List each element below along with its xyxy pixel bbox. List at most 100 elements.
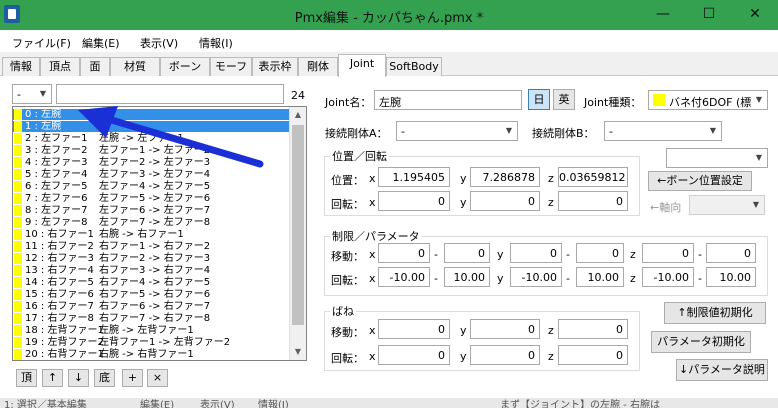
spring-move-x[interactable]: 0 — [378, 319, 450, 339]
limit-rot-y-min[interactable]: -10.00 — [510, 267, 562, 287]
joint-type-combo[interactable]: バネ付6DOF (標 ▼ — [648, 90, 768, 110]
list-item[interactable]: 15 : 右ファー6 右ファー5 -> 右ファー6 — [13, 289, 291, 300]
param-help-button[interactable]: ↓パラメータ説明 — [676, 359, 768, 381]
status-mid1: 編集(E) — [140, 400, 175, 408]
limit-rot-x-max[interactable]: 10.00 — [444, 267, 490, 287]
maximize-button[interactable]: ☐ — [686, 0, 732, 30]
list-item[interactable]: 19 : 左背ファー2 左背ファー1 -> 左背ファー2 — [13, 337, 291, 348]
axis-x-label: x — [369, 172, 376, 185]
list-item[interactable]: 10 : 右ファー1 右腕 -> 右ファー1 — [13, 229, 291, 240]
rotation-z[interactable]: 0 — [558, 191, 628, 211]
filter-input[interactable] — [56, 84, 284, 104]
joint-marker — [14, 313, 22, 324]
rotation-label: 回転： — [331, 198, 364, 211]
filter-combo[interactable]: - ▼ — [12, 84, 52, 104]
limit-rot-y-max[interactable]: 10.00 — [576, 267, 624, 287]
spring-move-z[interactable]: 0 — [558, 319, 628, 339]
joint-index-name: 18 : 左背ファー1 — [25, 325, 104, 336]
joint-index-name: 1 : 左腕 — [25, 121, 62, 132]
menu-view[interactable]: 表示(V) — [140, 35, 178, 51]
reset-limit-button[interactable]: ↑制限値初期化 — [664, 302, 766, 324]
body-b-combo[interactable]: - ▼ — [604, 121, 722, 141]
menu-file[interactable]: ファイル(F) — [12, 35, 71, 51]
list-item[interactable]: 17 : 右ファー8 右ファー7 -> 右ファー8 — [13, 313, 291, 324]
tab-bone[interactable]: ボーン — [160, 57, 210, 76]
status-left: 1: 選択／基本編集 — [4, 400, 87, 408]
close-button[interactable]: ✕ — [732, 0, 778, 30]
position-y[interactable]: 7.286878 — [470, 167, 540, 187]
axis-direction-combo[interactable]: ▼ — [689, 195, 765, 215]
lang-ja-button[interactable]: 日 — [528, 89, 550, 110]
limit-move-y-max[interactable]: 0 — [576, 243, 624, 263]
scroll-up-icon[interactable]: ▲ — [290, 107, 306, 123]
joint-index-name: 10 : 右ファー1 — [25, 229, 94, 240]
scroll-thumb[interactable] — [292, 125, 304, 325]
limit-rot-z-max[interactable]: 10.00 — [706, 267, 756, 287]
joint-marker — [14, 301, 22, 312]
tab-morph[interactable]: モーフ — [210, 57, 252, 76]
body-b-value: - — [609, 125, 613, 138]
position-z[interactable]: 0.03659812 — [558, 167, 628, 187]
chevron-down-icon: ▼ — [505, 126, 513, 135]
tab-softbody[interactable]: SoftBody — [386, 57, 442, 76]
axis-y-label: y — [497, 272, 504, 285]
limit-move-y-min[interactable]: 0 — [510, 243, 562, 263]
limit-group-title: 制限／パラメータ — [330, 228, 422, 244]
joint-connection: 右腕 -> 右背ファー1 — [99, 349, 194, 360]
list-item[interactable]: 14 : 右ファー5 右ファー4 -> 右ファー5 — [13, 277, 291, 288]
list-item[interactable]: 8 : 左ファー7 左ファー6 -> 左ファー7 — [13, 205, 291, 216]
limit-rot-x-min[interactable]: -10.00 — [378, 267, 430, 287]
spring-rot-x[interactable]: 0 — [378, 345, 450, 365]
list-item[interactable]: 16 : 右ファー7 右ファー6 -> 右ファー7 — [13, 301, 291, 312]
lang-en-button[interactable]: 英 — [553, 89, 575, 110]
menu-edit[interactable]: 編集(E) — [82, 35, 120, 51]
spring-move-y[interactable]: 0 — [470, 319, 540, 339]
rotation-y[interactable]: 0 — [470, 191, 540, 211]
spring-rot-y[interactable]: 0 — [470, 345, 540, 365]
move-bottom-button[interactable]: 底 — [94, 369, 115, 387]
limit-rot-z-min[interactable]: -10.00 — [642, 267, 694, 287]
move-up-button[interactable]: ↑ — [42, 369, 63, 387]
tab-joint[interactable]: Joint — [338, 54, 386, 77]
scroll-down-icon[interactable]: ▼ — [290, 344, 306, 360]
reset-param-button[interactable]: パラメータ初期化 — [651, 331, 751, 353]
list-item[interactable]: 18 : 左背ファー1 左腕 -> 左背ファー1 — [13, 325, 291, 336]
list-item[interactable]: 6 : 左ファー5 左ファー4 -> 左ファー5 — [13, 181, 291, 192]
list-item[interactable]: 11 : 右ファー2 右ファー1 -> 右ファー2 — [13, 241, 291, 252]
move-top-button[interactable]: 頂 — [16, 369, 37, 387]
rotation-x[interactable]: 0 — [378, 191, 450, 211]
tab-info[interactable]: 情報 — [2, 57, 40, 76]
minimize-button[interactable]: — — [640, 0, 686, 30]
annotation-arrow — [78, 106, 264, 168]
list-scrollbar[interactable]: ▲ ▼ — [289, 107, 306, 360]
list-item[interactable]: 7 : 左ファー6 左ファー5 -> 左ファー6 — [13, 193, 291, 204]
menu-info[interactable]: 情報(I) — [199, 35, 233, 51]
spring-rot-z[interactable]: 0 — [558, 345, 628, 365]
tab-face[interactable]: 面 — [80, 57, 110, 76]
axis-y-label: y — [497, 248, 504, 261]
bone-position-button[interactable]: ←ボーン位置設定 — [648, 171, 752, 191]
list-item[interactable]: 9 : 左ファー8 左ファー7 -> 左ファー8 — [13, 217, 291, 228]
delete-button[interactable]: × — [147, 369, 168, 387]
list-item[interactable]: 13 : 右ファー4 右ファー3 -> 右ファー4 — [13, 265, 291, 276]
tab-rigid-body[interactable]: 剛体 — [298, 57, 338, 76]
add-button[interactable]: + — [122, 369, 143, 387]
body-a-combo[interactable]: - ▼ — [396, 121, 518, 141]
tab-display-frame[interactable]: 表示枠 — [252, 57, 298, 76]
move-down-button[interactable]: ↓ — [68, 369, 89, 387]
joint-index-name: 12 : 右ファー3 — [25, 253, 94, 264]
list-item[interactable]: 20 : 右背ファー1 右腕 -> 右背ファー1 — [13, 349, 291, 360]
position-x[interactable]: 1.195405 — [378, 167, 450, 187]
range-dash: - — [434, 272, 438, 285]
limit-move-x-max[interactable]: 0 — [444, 243, 490, 263]
list-item[interactable]: 12 : 右ファー3 右ファー2 -> 右ファー3 — [13, 253, 291, 264]
bone-combo[interactable]: ▼ — [666, 148, 768, 168]
limit-move-z-min[interactable]: 0 — [642, 243, 694, 263]
tab-material[interactable]: 材質 — [110, 57, 160, 76]
joint-marker — [14, 289, 22, 300]
limit-move-z-max[interactable]: 0 — [706, 243, 756, 263]
tab-vertex[interactable]: 頂点 — [40, 57, 80, 76]
joint-name-input[interactable]: 左腕 — [374, 90, 522, 110]
joint-connection: 右ファー3 -> 右ファー4 — [99, 265, 211, 276]
limit-move-x-min[interactable]: 0 — [378, 243, 430, 263]
